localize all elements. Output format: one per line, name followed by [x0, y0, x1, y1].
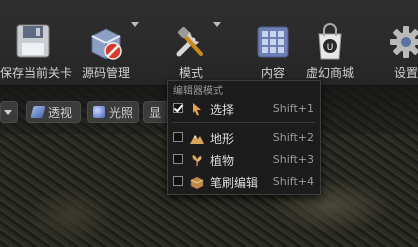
- source-control-label: 源码管理: [81, 66, 130, 80]
- menu-item-shortcut: Shift+2: [272, 131, 314, 144]
- perspective-label: 透视: [48, 105, 73, 120]
- menu-item-label: 选择: [210, 103, 235, 117]
- save-current-level-label: 保存当前关卡: [0, 66, 73, 80]
- settings-button[interactable]: 设置: [386, 22, 418, 82]
- menu-item-shortcut: Shift+1: [272, 102, 314, 115]
- landscape-icon: [190, 135, 204, 144]
- marketplace-icon: U: [318, 23, 342, 60]
- checkbox-checked[interactable]: [173, 103, 183, 113]
- modes-tools-icon: [176, 26, 203, 57]
- menu-item-shortcut: Shift+4: [272, 175, 314, 188]
- lighting-button[interactable]: 光照: [87, 101, 139, 123]
- save-icon: [16, 24, 50, 58]
- content-icon: [257, 26, 289, 58]
- lit-sphere-icon: [93, 106, 105, 118]
- editor-modes-menu: 编辑器模式 选择 Shift+1 地形 Shift+2 植物 Shift+3 笔…: [167, 80, 321, 195]
- menu-item-label: 植物: [210, 154, 235, 168]
- menu-header: 编辑器模式: [173, 86, 223, 97]
- menu-item-label: 笔刷编辑: [210, 176, 259, 190]
- menu-item-select[interactable]: 选择 Shift+1: [169, 99, 318, 119]
- source-control-icon: [91, 28, 122, 60]
- menu-item-label: 地形: [210, 132, 235, 146]
- menu-item-brush-edit[interactable]: 笔刷编辑 Shift+4: [169, 172, 318, 192]
- svg-text:U: U: [327, 43, 334, 53]
- menu-item-landscape[interactable]: 地形 Shift+2: [169, 128, 318, 148]
- foliage-icon: [192, 155, 202, 166]
- content-button[interactable]: 内容: [248, 22, 298, 82]
- menu-divider: [172, 122, 315, 123]
- modes-label: 模式: [178, 66, 203, 80]
- checkbox[interactable]: [173, 154, 183, 164]
- checkbox[interactable]: [173, 176, 183, 186]
- menu-item-shortcut: Shift+3: [272, 153, 314, 166]
- show-label: 显: [149, 105, 162, 120]
- main-toolbar: 保存当前关卡 源码管理 模式 内容 U 虚幻商城 设置: [0, 0, 418, 86]
- source-control-button[interactable]: 源码管理: [75, 22, 137, 82]
- modes-button[interactable]: 模式: [162, 22, 220, 82]
- settings-icon: [390, 26, 418, 58]
- chevron-down-icon[interactable]: [213, 22, 221, 27]
- viewport-options-button[interactable]: [0, 101, 18, 123]
- select-arrow-icon: [193, 103, 201, 116]
- checkbox[interactable]: [173, 132, 183, 142]
- marketplace-button[interactable]: U 虚幻商城: [303, 22, 357, 82]
- marketplace-label: 虚幻商城: [305, 66, 354, 80]
- perspective-icon: [30, 106, 46, 118]
- save-current-level-button[interactable]: 保存当前关卡: [0, 22, 73, 82]
- lighting-label: 光照: [109, 105, 134, 120]
- settings-label: 设置: [393, 66, 418, 80]
- perspective-button[interactable]: 透视: [26, 101, 81, 123]
- chevron-down-icon[interactable]: [131, 22, 139, 27]
- brush-edit-icon: [190, 176, 204, 189]
- chevron-down-icon: [4, 109, 12, 115]
- content-label: 内容: [260, 66, 285, 80]
- menu-item-foliage[interactable]: 植物 Shift+3: [169, 150, 318, 170]
